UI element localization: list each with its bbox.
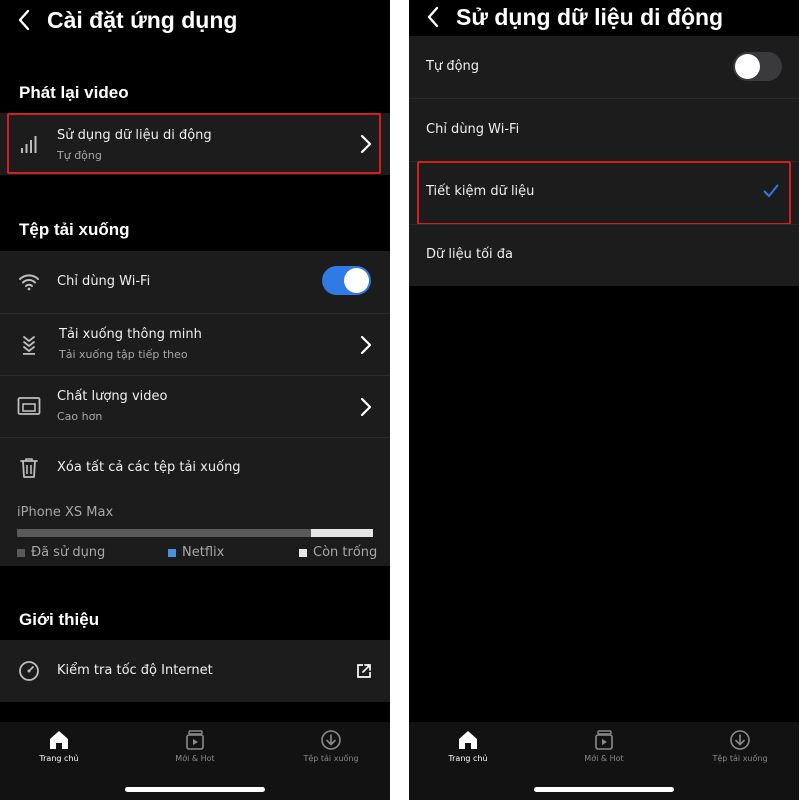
smart-download-icon [16,332,42,358]
delete-all-label: Xóa tất cả các tệp tải xuống [57,460,241,475]
video-quality-row[interactable]: Chất lượng video Cao hơn [0,376,390,438]
new-hot-icon [595,730,613,750]
storage-bar [17,529,373,537]
page-title: Sử dụng dữ liệu di động [456,4,724,30]
tab-home[interactable]: Trang chủ [423,729,513,763]
video-quality-icon [16,393,42,419]
new-hot-icon [186,730,204,750]
external-link-icon [357,664,371,678]
legend-swatch [17,548,25,557]
checkmark-icon [763,184,779,197]
option-label: Tiết kiệm dữ liệu [426,184,535,199]
legend-swatch [299,548,307,557]
tab-label: Mới & Hot [175,754,215,763]
toggle-knob [344,268,369,293]
tab-new-hot[interactable]: Mới & Hot [559,729,649,763]
option-label: Tự động [426,59,480,74]
tab-downloads[interactable]: Tệp tải xuống [286,729,376,763]
mobile-data-usage-screen: Sử dụng dữ liệu di động Tự động Chỉ dùng… [409,0,799,800]
legend-free-label: Còn trống [313,545,378,560]
app-settings-screen: Cài đặt ứng dụng Phát lại video Sử dụng … [0,0,390,800]
option-label: Chỉ dùng Wi-Fi [426,122,520,137]
tab-label: Trang chủ [448,754,488,763]
speed-test-label: Kiểm tra tốc độ Internet [57,663,213,678]
legend-free: Còn trống [299,545,377,560]
legend-netflix-label: Netflix [182,545,225,560]
wifi-only-label: Chỉ dùng Wi-Fi [57,274,151,289]
chevron-left-icon [18,9,30,31]
smart-downloads-row[interactable]: Tải xuống thông minh Tải xuống tập tiếp … [0,314,390,376]
mobile-data-label: Sử dụng dữ liệu di động [57,128,212,143]
section-title-downloads: Tệp tải xuống [19,220,130,239]
legend-used-label: Đã sử dụng [31,545,106,560]
legend-used: Đã sử dụng [17,545,105,560]
wifi-only-row: Chỉ dùng Wi-Fi [0,251,390,313]
home-indicator [125,787,265,792]
toggle-knob [735,54,760,79]
option-auto[interactable]: Tự động [409,36,799,98]
speedometer-icon [16,658,42,684]
tab-home[interactable]: Trang chủ [14,729,104,763]
chevron-right-icon [360,397,372,417]
home-icon [50,731,68,749]
tab-bar: Trang chủ Mới & Hot Tệp tải xuống [0,722,390,800]
chevron-right-icon [360,335,372,355]
storage-device-name: iPhone XS Max [17,505,114,520]
legend-swatch [168,548,176,557]
trash-icon [16,455,42,481]
tab-bar: Trang chủ Mới & Hot Tệp tải xuống [409,722,799,800]
option-data-saver[interactable]: Tiết kiệm dữ liệu [409,162,799,224]
signal-bars-icon [16,131,42,157]
option-max-data[interactable]: Dữ liệu tối đa [409,225,799,286]
back-button[interactable] [426,6,440,32]
home-indicator [534,787,674,792]
smart-downloads-value: Tải xuống tập tiếp theo [59,348,188,361]
tab-label: Mới & Hot [584,754,624,763]
tab-new-hot[interactable]: Mới & Hot [150,729,240,763]
video-quality-label: Chất lượng video [57,389,168,404]
chevron-left-icon [427,6,439,28]
video-quality-value: Cao hơn [57,410,103,423]
tab-label: Trang chủ [39,754,79,763]
wifi-icon [16,269,42,295]
auto-toggle[interactable] [733,52,782,81]
wifi-only-toggle[interactable] [322,266,371,295]
tab-label: Tệp tải xuống [303,754,359,763]
download-icon [730,730,750,750]
tab-label: Tệp tải xuống [712,754,768,763]
mobile-data-value: Tự động [57,149,102,162]
storage-used-fill [17,529,311,537]
section-title-about: Giới thiệu [19,610,100,629]
section-title-playback: Phát lại video [19,83,129,102]
home-icon [459,731,477,749]
back-button[interactable] [17,9,31,35]
page-title: Cài đặt ứng dụng [47,7,238,33]
option-label: Dữ liệu tối đa [426,247,513,262]
legend-netflix: Netflix [168,545,224,560]
chevron-right-icon [360,134,372,154]
speed-test-row[interactable]: Kiểm tra tốc độ Internet [0,640,390,702]
mobile-data-row[interactable]: Sử dụng dữ liệu di động Tự động [0,113,390,175]
delete-all-row[interactable]: Xóa tất cả các tệp tải xuống [0,438,390,498]
smart-downloads-label: Tải xuống thông minh [59,327,202,342]
tab-downloads[interactable]: Tệp tải xuống [695,729,785,763]
option-wifi-only[interactable]: Chỉ dùng Wi-Fi [409,99,799,161]
download-icon [321,730,341,750]
